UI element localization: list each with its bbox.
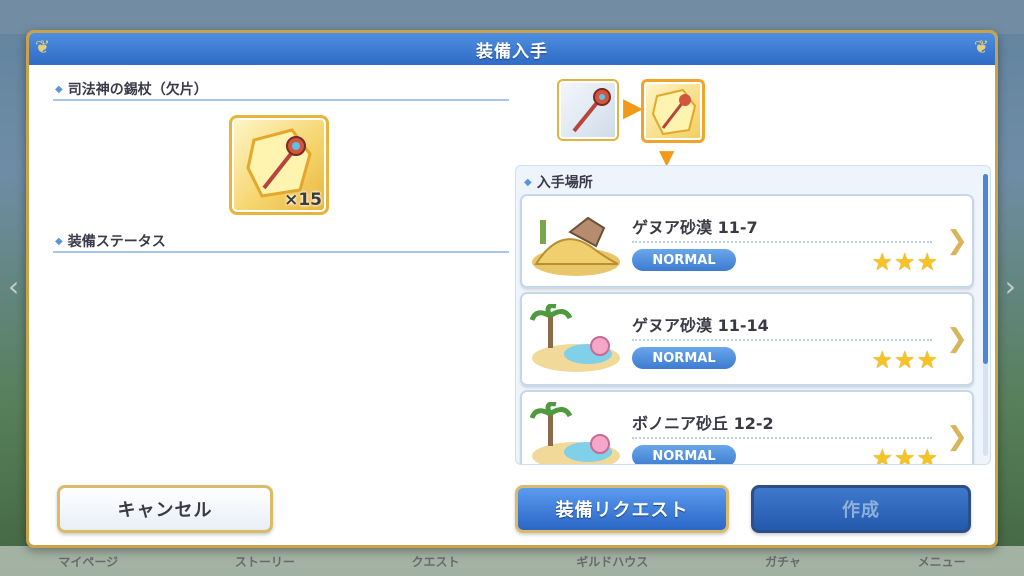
- stage-name: ゲヌア砂漠 11-7: [632, 218, 758, 237]
- cancel-button[interactable]: キャンセル: [57, 485, 273, 533]
- divider: [632, 241, 932, 243]
- desert-stage-icon: [532, 216, 620, 276]
- star-icon: ★: [916, 346, 938, 374]
- star-rating: ★ ★ ★: [871, 444, 938, 465]
- equipment-request-button[interactable]: 装備リクエスト: [515, 485, 729, 533]
- star-icon: ★: [871, 444, 893, 465]
- stage-row[interactable]: ゲヌア砂漠 11-14 NORMAL ★ ★ ★ ❯: [520, 292, 974, 386]
- star-icon: ★: [871, 248, 893, 276]
- scepter-image-icon: [572, 88, 611, 133]
- item-quantity: ×15: [284, 190, 322, 210]
- source-label: ◆ 入手場所: [524, 172, 593, 192]
- divider: [53, 251, 509, 253]
- dialog-title: 装備入手: [476, 41, 548, 62]
- ornament-left-icon: ❦: [35, 37, 51, 58]
- chevron-right-icon: ❯: [946, 422, 968, 452]
- nav-menu: メニュー: [917, 554, 966, 569]
- ornament-right-icon: ❦: [973, 37, 989, 58]
- star-icon: ★: [893, 346, 916, 374]
- arrow-right-icon: ▶: [623, 93, 643, 123]
- chevron-right-icon: ❯: [946, 226, 968, 256]
- dialog-header: ❦ 装備入手 ❦: [29, 33, 995, 65]
- item-name-label: ◆ 司法神の錫杖（欠片）: [55, 79, 208, 99]
- nav-story: ストーリー: [234, 554, 295, 569]
- star-icon: ★: [871, 346, 893, 374]
- diamond-icon: ◆: [55, 235, 63, 247]
- stage-row[interactable]: ボノニア砂丘 12-2 NORMAL ★ ★ ★ ❯: [520, 390, 974, 465]
- star-rating: ★ ★ ★: [871, 250, 938, 274]
- chevron-right-icon: ❯: [946, 324, 968, 354]
- diamond-icon: ◆: [55, 83, 63, 95]
- star-icon: ★: [893, 444, 916, 465]
- difficulty-badge: NORMAL: [632, 445, 736, 464]
- difficulty-badge: NORMAL: [632, 347, 736, 369]
- diamond-icon: ◆: [524, 176, 532, 188]
- list-scrollbar-thumb[interactable]: [983, 174, 988, 364]
- dune-stage-icon: [530, 402, 620, 464]
- scepter-icon[interactable]: [557, 79, 619, 141]
- nav-gacha: ガチャ: [764, 554, 801, 569]
- equipment-acquire-dialog: ❦ 装備入手 ❦ ◆ 司法神の錫杖（欠片） ×15 ◆ 装備ステータス ▶ ▼ …: [26, 30, 998, 548]
- oasis-stage-icon: [530, 304, 620, 372]
- background-left-arrow-icon: ‹: [8, 270, 20, 303]
- craft-button[interactable]: 作成: [751, 485, 971, 533]
- status-title: 装備ステータス: [67, 234, 166, 250]
- source-title: 入手場所: [536, 175, 593, 191]
- star-icon: ★: [916, 248, 938, 276]
- star-rating: ★ ★ ★: [871, 348, 938, 372]
- item-name: 司法神の錫杖（欠片）: [67, 82, 208, 98]
- background-nav: マイページ ストーリー クエスト ギルドハウス ガチャ メニュー: [0, 546, 1024, 576]
- stage-row[interactable]: ゲヌア砂漠 11-7 NORMAL ★ ★ ★ ❯: [520, 194, 974, 288]
- stage-name: ゲヌア砂漠 11-14: [632, 316, 769, 335]
- divider: [632, 437, 932, 439]
- item-fragment-icon[interactable]: ×15: [229, 115, 329, 215]
- divider: [53, 99, 509, 101]
- nav-quest: クエスト: [411, 554, 460, 569]
- fragment-image-icon: [651, 88, 697, 136]
- status-label: ◆ 装備ステータス: [55, 231, 166, 251]
- background-right-arrow-icon: ›: [1004, 270, 1016, 303]
- divider: [632, 339, 932, 341]
- source-list-panel[interactable]: ◆ 入手場所 ゲヌア砂漠 11-7 NORMAL ★ ★ ★ ❯ ゲヌア砂漠 1…: [515, 165, 991, 465]
- difficulty-badge: NORMAL: [632, 249, 736, 271]
- nav-guildhouse: ギルドハウス: [576, 554, 649, 569]
- nav-mypage: マイページ: [58, 554, 119, 569]
- fragment-selected-icon[interactable]: [641, 79, 705, 143]
- star-icon: ★: [893, 248, 916, 276]
- stage-name: ボノニア砂丘 12-2: [632, 414, 774, 433]
- star-icon: ★: [916, 444, 938, 465]
